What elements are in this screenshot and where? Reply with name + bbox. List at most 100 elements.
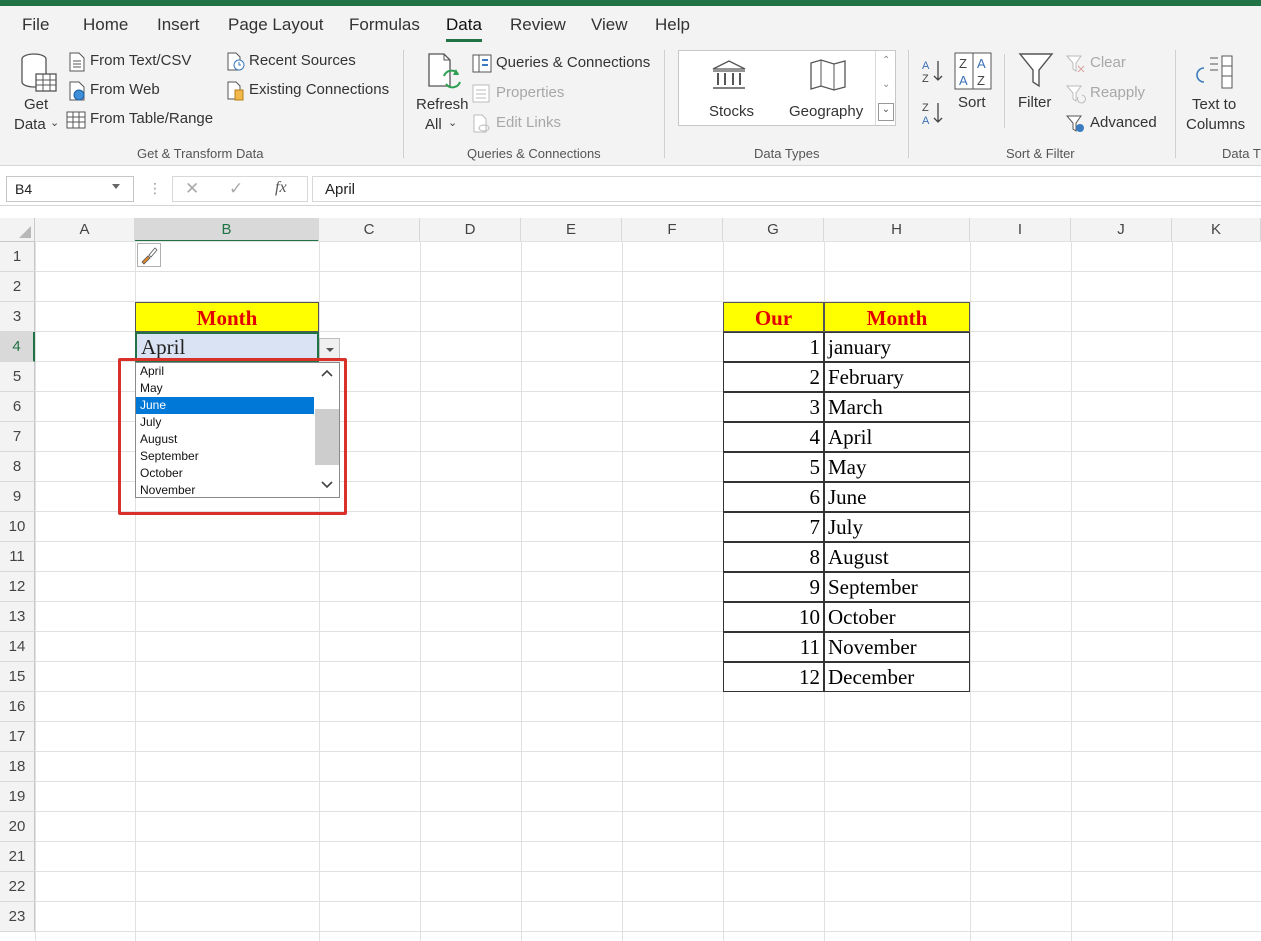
table-cell-month[interactable]: December [824, 662, 970, 692]
column-header-g[interactable]: G [723, 218, 824, 242]
tab-formulas[interactable]: Formulas [349, 15, 420, 35]
row-header-9[interactable]: 9 [0, 482, 35, 512]
from-text-csv-button[interactable]: From Text/CSV [68, 52, 198, 74]
table-cell-number[interactable]: 3 [723, 392, 824, 422]
column-header-k[interactable]: K [1172, 218, 1261, 242]
row-header-16[interactable]: 16 [0, 692, 35, 722]
from-table-range-button[interactable]: From Table/Range [66, 110, 216, 132]
column-header-a[interactable]: A [35, 218, 135, 242]
table-cell-number[interactable]: 11 [723, 632, 824, 662]
row-header-23[interactable]: 23 [0, 902, 35, 932]
dropdown-toggle-button[interactable] [319, 338, 340, 360]
tab-home[interactable]: Home [83, 15, 128, 35]
row-header-2[interactable]: 2 [0, 272, 35, 302]
row-header-21[interactable]: 21 [0, 842, 35, 872]
check-icon[interactable]: ✓ [229, 179, 243, 199]
clear-button[interactable]: Clear [1066, 54, 1146, 76]
column-header-d[interactable]: D [420, 218, 521, 242]
tab-page-layout[interactable]: Page Layout [228, 15, 323, 35]
cancel-icon[interactable]: ✕ [185, 179, 199, 199]
text-to-columns-button[interactable]: Text to Columns [1184, 52, 1248, 138]
table-cell-number[interactable]: 1 [723, 332, 824, 362]
table-header-our[interactable]: Our [723, 302, 824, 332]
row-header-12[interactable]: 12 [0, 572, 35, 602]
table-cell-number[interactable]: 8 [723, 542, 824, 572]
table-cell-month[interactable]: january [824, 332, 970, 362]
table-cell-month[interactable]: April [824, 422, 970, 452]
column-header-e[interactable]: E [521, 218, 622, 242]
table-cell-month[interactable]: June [824, 482, 970, 512]
row-header-15[interactable]: 15 [0, 662, 35, 692]
table-cell-month[interactable]: September [824, 572, 970, 602]
queries-connections-button[interactable]: Queries & Connections [472, 54, 652, 76]
table-cell-month[interactable]: October [824, 602, 970, 632]
row-header-6[interactable]: 6 [0, 392, 35, 422]
gallery-scroll[interactable]: ⌃ ⌄ ⌄ [875, 51, 896, 125]
row-header-10[interactable]: 10 [0, 512, 35, 542]
paint-brush-icon[interactable] [137, 243, 161, 267]
tab-help[interactable]: Help [655, 15, 690, 35]
sort-button[interactable]: Z A A Z Sort [952, 52, 996, 122]
table-cell-number[interactable]: 9 [723, 572, 824, 602]
row-header-1[interactable]: 1 [0, 242, 35, 272]
table-cell-month[interactable]: May [824, 452, 970, 482]
advanced-button[interactable]: Advanced [1066, 114, 1166, 136]
table-cell-number[interactable]: 12 [723, 662, 824, 692]
table-cell-number[interactable]: 4 [723, 422, 824, 452]
sort-za-icon[interactable]: Z A [920, 100, 946, 126]
table-cell-month[interactable]: February [824, 362, 970, 392]
select-all-button[interactable] [0, 218, 35, 242]
tab-view[interactable]: View [591, 15, 628, 35]
cell-b3-month-header[interactable]: Month [135, 302, 319, 332]
tab-insert[interactable]: Insert [157, 15, 200, 35]
tab-review[interactable]: Review [510, 15, 566, 35]
column-header-i[interactable]: I [970, 218, 1071, 242]
table-cell-number[interactable]: 2 [723, 362, 824, 392]
filter-button[interactable]: Filter [1014, 52, 1058, 122]
existing-connections-button[interactable]: Existing Connections [226, 81, 391, 103]
recent-sources-button[interactable]: Recent Sources [226, 52, 356, 74]
row-header-22[interactable]: 22 [0, 872, 35, 902]
chevron-down-icon[interactable] [112, 184, 120, 189]
column-header-h[interactable]: H [824, 218, 970, 242]
column-header-f[interactable]: F [622, 218, 723, 242]
properties-button[interactable]: Properties [472, 84, 572, 106]
tab-file[interactable]: File [22, 15, 49, 35]
sort-az-icon[interactable]: A Z [920, 58, 946, 84]
get-data-button[interactable]: Get Data ⌄ [10, 50, 62, 136]
name-box[interactable]: B4 [6, 176, 134, 202]
edit-links-button[interactable]: Edit Links [472, 114, 572, 136]
row-header-14[interactable]: 14 [0, 632, 35, 662]
column-header-b[interactable]: B [135, 218, 319, 242]
row-header-7[interactable]: 7 [0, 422, 35, 452]
row-header-4[interactable]: 4 [0, 332, 35, 362]
row-header-3[interactable]: 3 [0, 302, 35, 332]
refresh-all-button[interactable]: Refresh All ⌄ [412, 50, 470, 136]
table-header-month[interactable]: Month [824, 302, 970, 332]
table-cell-number[interactable]: 7 [723, 512, 824, 542]
tab-data[interactable]: Data [446, 15, 482, 42]
table-cell-month[interactable]: November [824, 632, 970, 662]
table-cell-month[interactable]: August [824, 542, 970, 572]
table-cell-number[interactable]: 6 [723, 482, 824, 512]
row-header-11[interactable]: 11 [0, 542, 35, 572]
row-header-19[interactable]: 19 [0, 782, 35, 812]
geography-button[interactable]: Geography [783, 53, 873, 123]
column-header-c[interactable]: C [319, 218, 420, 242]
table-cell-number[interactable]: 5 [723, 452, 824, 482]
table-cell-number[interactable]: 10 [723, 602, 824, 632]
row-header-13[interactable]: 13 [0, 602, 35, 632]
formula-input[interactable]: April [312, 176, 1261, 202]
reapply-button[interactable]: Reapply [1066, 84, 1156, 106]
row-header-17[interactable]: 17 [0, 722, 35, 752]
row-header-18[interactable]: 18 [0, 752, 35, 782]
from-web-button[interactable]: From Web [68, 81, 168, 103]
stocks-button[interactable]: Stocks [697, 53, 761, 123]
row-header-20[interactable]: 20 [0, 812, 35, 842]
row-header-5[interactable]: 5 [0, 362, 35, 392]
table-cell-month[interactable]: March [824, 392, 970, 422]
insert-function-icon[interactable]: fx [275, 179, 287, 197]
row-header-8[interactable]: 8 [0, 452, 35, 482]
table-cell-month[interactable]: July [824, 512, 970, 542]
column-header-j[interactable]: J [1071, 218, 1172, 242]
